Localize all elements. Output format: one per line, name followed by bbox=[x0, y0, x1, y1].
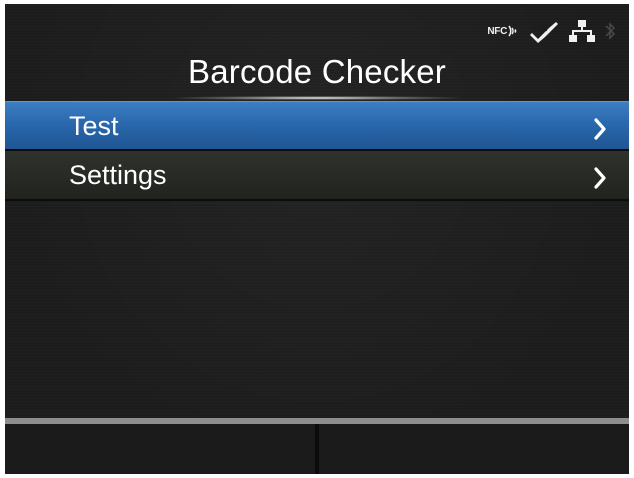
menu-item-test[interactable]: Test bbox=[5, 101, 629, 151]
barcode-checker-icon bbox=[529, 19, 559, 43]
menu-item-settings[interactable]: Settings bbox=[5, 151, 629, 201]
softkey-right[interactable] bbox=[319, 418, 629, 474]
printer-display: NFC Barcode Checker Test Settings bbox=[5, 4, 629, 474]
menu-item-label: Settings bbox=[69, 160, 167, 190]
title-underline bbox=[175, 96, 459, 100]
nfc-icon: NFC bbox=[487, 24, 519, 38]
softkey-bar bbox=[5, 418, 629, 474]
network-icon bbox=[569, 19, 595, 43]
status-bar: NFC bbox=[487, 16, 615, 46]
menu-list: Test Settings bbox=[5, 101, 629, 201]
nfc-label: NFC bbox=[487, 25, 507, 37]
menu-item-label: Test bbox=[69, 110, 119, 141]
page-title: Barcode Checker bbox=[188, 53, 446, 90]
chevron-right-icon bbox=[593, 116, 607, 147]
softkey-left[interactable] bbox=[5, 418, 315, 474]
chevron-right-icon bbox=[593, 165, 607, 196]
bluetooth-icon bbox=[605, 20, 615, 42]
